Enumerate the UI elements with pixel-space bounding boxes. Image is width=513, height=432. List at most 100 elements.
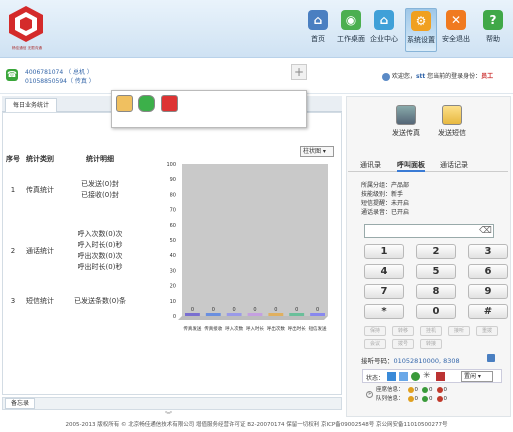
table-row: 1 传真统计 已发送(0)封 已接收(0)封 (6, 164, 140, 216)
agent-count: 0 (443, 396, 448, 402)
contacts-card-icon[interactable] (487, 354, 495, 362)
status-refresh-icon[interactable]: ✳ (423, 371, 431, 381)
keypad-key-1[interactable]: 1 (364, 244, 404, 259)
bar (268, 313, 284, 316)
keypad-key-9[interactable]: 9 (468, 284, 508, 299)
status-help-icon[interactable] (399, 372, 408, 381)
quick-actions-popup (111, 90, 307, 128)
chart-type-value: 柱状图 (303, 148, 322, 155)
call-function-button[interactable]: 挂机 (420, 326, 442, 336)
clear-icon[interactable]: ⌫ (479, 225, 492, 237)
y-tick-label: 20 (170, 284, 176, 290)
logout-icon: ✕ (446, 10, 466, 30)
status-away-icon[interactable] (436, 372, 445, 381)
keypad-key-7[interactable]: 7 (364, 284, 404, 299)
table-row: 3 短信统计 已发送条数(0)条 (6, 286, 140, 316)
nav-label: 企业中心 (370, 35, 398, 43)
call-function-button[interactable]: 重拨 (476, 326, 498, 336)
call-function-button[interactable]: 转移 (392, 326, 414, 336)
y-tick-label: 50 (170, 238, 176, 244)
tab-contacts[interactable]: 通讯录 (360, 160, 381, 170)
fax-icon[interactable] (116, 95, 133, 112)
stats-table: 序号 统计类别 统计明细 1 传真统计 已发送(0)封 已接收(0)封 2 通话统计 呼入次… (6, 154, 140, 316)
keypad-key-4[interactable]: 4 (364, 264, 404, 279)
info-skill: 技能级别：新手 (361, 191, 404, 198)
x-category-label: 传真接收 (204, 325, 222, 332)
x-category-label: 呼入时长 (246, 325, 264, 332)
keypad-key-2[interactable]: 2 (416, 244, 456, 259)
chat-icon[interactable] (138, 95, 155, 112)
call-function-button[interactable]: 拨号 (392, 339, 414, 349)
y-tick-label: 60 (170, 223, 176, 229)
nav-enterprise[interactable]: ⌂ 企业中心 (368, 8, 400, 52)
printer-icon[interactable] (161, 95, 178, 112)
detail-line: 已接收(0)封 (81, 191, 119, 199)
send-fax-button[interactable]: 发送传真 (386, 105, 426, 138)
keypad-key-6[interactable]: 6 (468, 264, 508, 279)
expand-icon[interactable]: » (366, 391, 373, 398)
send-fax-label: 发送传真 (392, 129, 420, 137)
tab-memo[interactable]: 备忘录 (5, 398, 35, 409)
status-select-value: 置闲 (464, 373, 477, 380)
call-function-button[interactable]: 转接 (420, 339, 442, 349)
add-button[interactable]: + (291, 64, 307, 80)
help-icon: ? (483, 10, 503, 30)
col-category: 统计类别 (26, 155, 54, 163)
desktop-icon: ◉ (341, 10, 361, 30)
sms-icon (442, 105, 462, 125)
keypad-key-8[interactable]: 8 (416, 284, 456, 299)
status-select[interactable]: 置闲 ▾ (461, 371, 493, 382)
tab-call-records[interactable]: 通话记录 (440, 160, 468, 170)
enterprise-icon: ⌂ (374, 10, 394, 30)
answer-label: 接听号码： (361, 357, 394, 365)
nav-settings[interactable]: ⚙ 系统设置 (405, 8, 437, 52)
nav-help[interactable]: ? 帮助 (477, 8, 509, 52)
nav-label: 系统设置 (407, 36, 435, 44)
dial-input[interactable] (364, 224, 494, 238)
x-category-label: 传真发送 (183, 325, 201, 332)
keypad-key-*[interactable]: * (364, 304, 404, 319)
memo-bar (2, 397, 342, 410)
x-category-label: 呼出时长 (288, 325, 306, 332)
keypad-key-0[interactable]: 0 (416, 304, 456, 319)
row-no: 1 (10, 186, 16, 194)
row-no: 2 (10, 247, 16, 255)
username: stt (415, 73, 426, 80)
user-role: 员工 (481, 73, 494, 80)
y-tick-label: 10 (170, 299, 176, 305)
agent-icon (422, 386, 429, 393)
call-function-button[interactable]: 会议 (364, 339, 386, 349)
status-label: 状态： (366, 375, 385, 382)
send-sms-button[interactable]: 发送短信 (432, 105, 472, 138)
nav-label: 首页 (311, 35, 325, 43)
bar-value-label: 0 (253, 307, 256, 313)
bar (185, 313, 200, 316)
bar-value-label: 0 (295, 307, 298, 313)
tab-call-panel[interactable]: 呼叫面板 (397, 160, 425, 172)
detail-line: 已发送(0)封 (81, 180, 119, 188)
bar-value-label: 0 (274, 307, 277, 313)
status-busy-icon[interactable] (387, 372, 396, 381)
keypad-key-3[interactable]: 3 (468, 244, 508, 259)
welcome-text: 欢迎您，stt 您当前的登录身份：员工 (382, 71, 493, 81)
agent-count: 0 (443, 387, 448, 393)
tab-daily-stats[interactable]: 每日业务统计 (5, 98, 57, 112)
agent-info: 所属分组：产品部 技能级别：新手 短信提醒：未开启 通话录音：已开启 (361, 181, 409, 217)
keypad-key-#[interactable]: # (468, 304, 508, 319)
y-tick-label: 40 (170, 253, 176, 259)
bar-value-label: 0 (233, 307, 236, 313)
chart-type-select[interactable]: 柱状图 ▾ (300, 146, 334, 157)
detail-line: 已发送条数(0)条 (74, 296, 126, 305)
nav-home[interactable]: ⌂ 首页 (302, 8, 334, 52)
fax-machine-icon (396, 105, 416, 125)
agent-count: 0 (429, 396, 433, 402)
nav-desktop[interactable]: ◉ 工作桌面 (335, 8, 367, 52)
keypad-key-5[interactable]: 5 (416, 264, 456, 279)
call-function-button[interactable]: 保持 (364, 326, 386, 336)
call-function-button[interactable]: 接听 (448, 326, 470, 336)
y-tick-label: 30 (170, 268, 176, 274)
nav-logout[interactable]: ✕ 安全退出 (440, 8, 472, 52)
queue-label: 座席信息： (376, 387, 404, 393)
y-tick-label: 80 (170, 192, 176, 198)
status-ready-icon[interactable] (411, 372, 420, 381)
